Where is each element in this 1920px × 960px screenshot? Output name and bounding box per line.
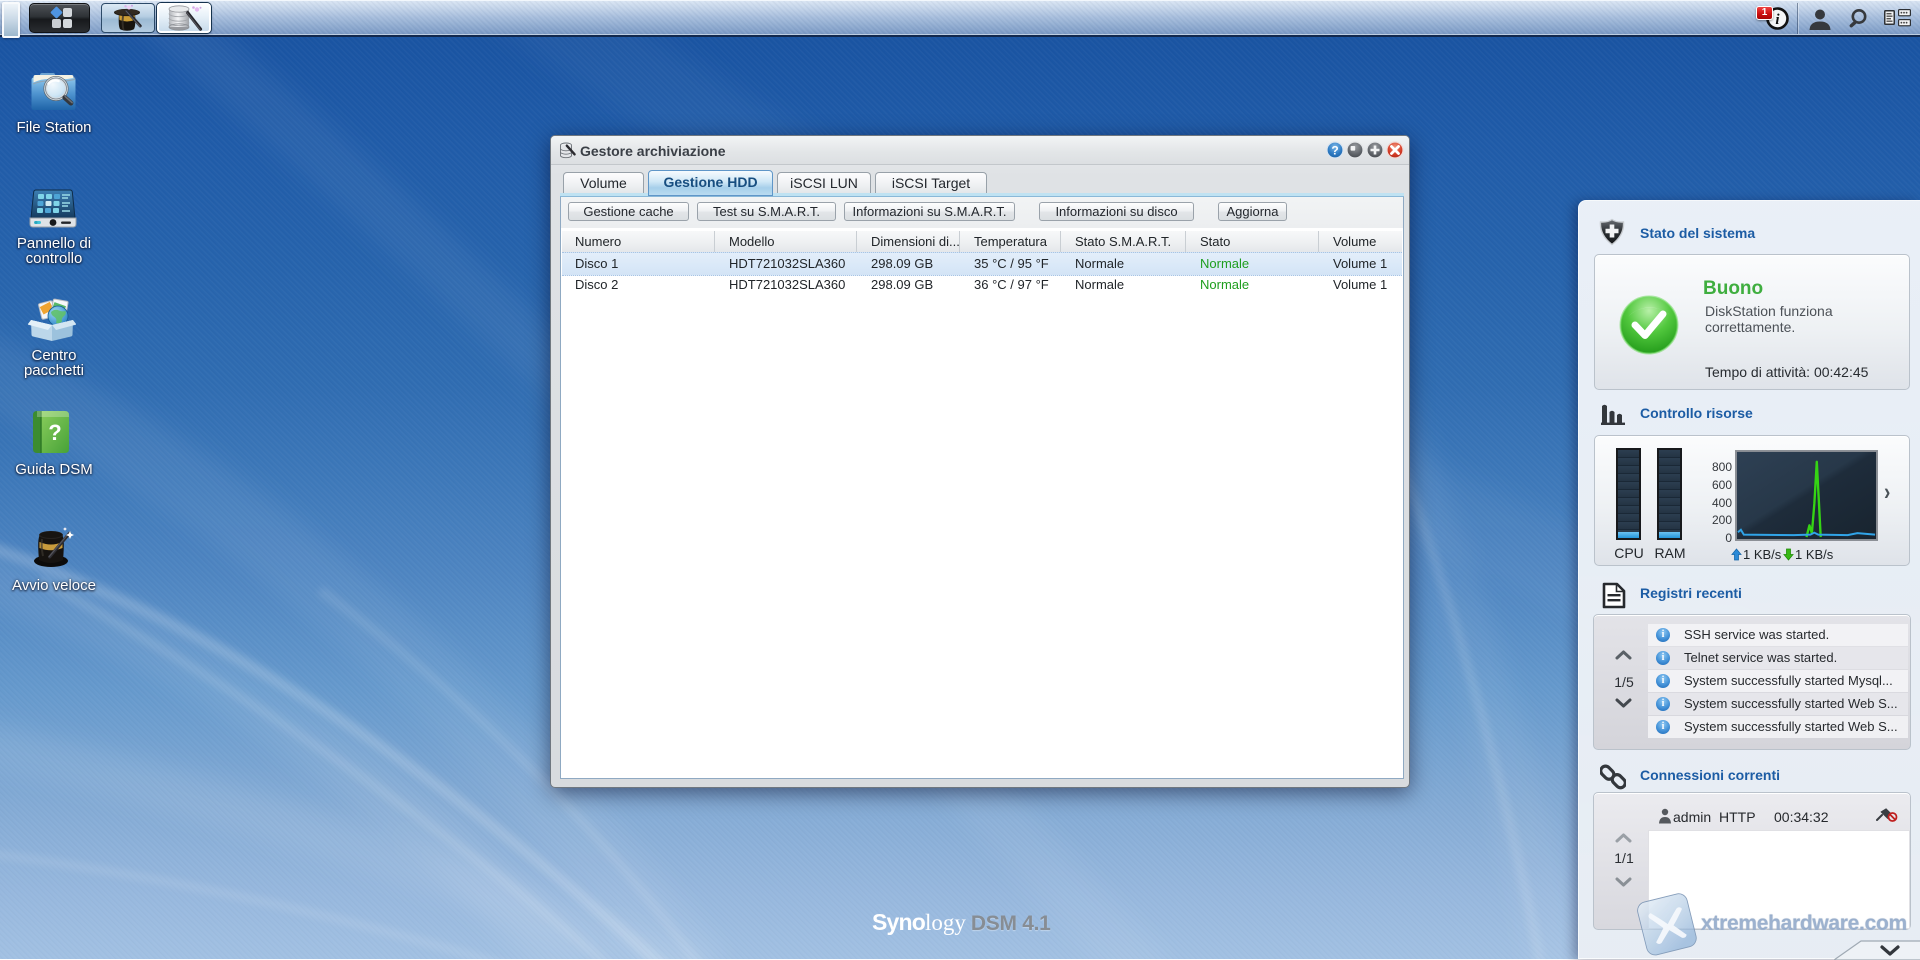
svg-text:?: ? xyxy=(48,420,61,445)
svg-text:?: ? xyxy=(1331,143,1338,157)
